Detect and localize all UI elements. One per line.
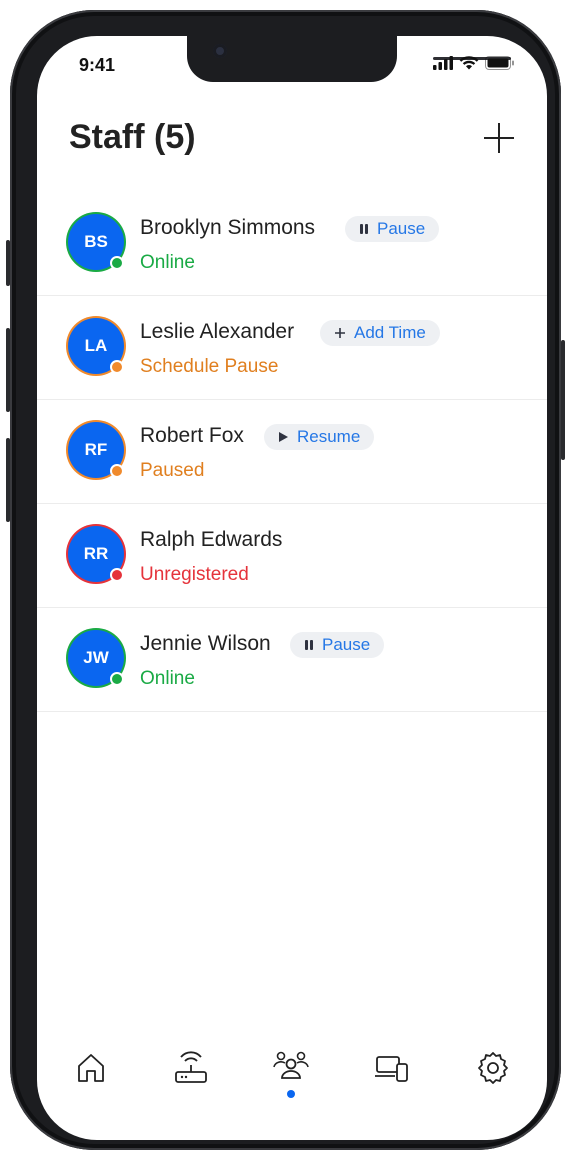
staff-name: Ralph Edwards <box>140 528 283 551</box>
play-icon <box>279 432 288 442</box>
staff-name: Robert Fox <box>140 424 244 447</box>
volume-down-button <box>6 438 10 522</box>
active-tab-indicator <box>287 1090 295 1098</box>
staff-name: Jennie Wilson <box>140 632 271 655</box>
bottom-nav <box>37 1048 547 1108</box>
silent-switch <box>6 240 10 286</box>
volume-up-button <box>6 328 10 412</box>
pause-icon <box>360 224 368 234</box>
plus-icon <box>335 328 345 338</box>
staff-status: Paused <box>140 460 205 481</box>
staff-row[interactable]: RR Ralph Edwards Unregistered <box>37 504 547 608</box>
staff-row[interactable]: RF Robert Fox Resume Paused <box>37 400 547 504</box>
front-camera <box>213 44 227 58</box>
home-icon[interactable] <box>71 1048 111 1088</box>
devices-icon[interactable] <box>371 1048 411 1088</box>
staff-status: Unregistered <box>140 564 249 585</box>
staff-row[interactable]: BS Brooklyn Simmons Pause Online <box>37 192 547 296</box>
unregistered-status-dot <box>110 568 124 582</box>
pause-button[interactable]: Pause <box>290 632 385 658</box>
status-icons <box>433 56 515 70</box>
power-button <box>561 340 565 460</box>
notch <box>187 36 511 82</box>
staff-status: Online <box>140 668 195 689</box>
battery-icon <box>485 56 514 70</box>
pause-label: Pause <box>322 635 371 654</box>
staff-row[interactable]: JW Jennie Wilson Pause Online <box>37 608 547 712</box>
screen: 9:41 Staff (5) BS Brooklyn Simmons Pause… <box>37 36 547 1140</box>
pause-label: Pause <box>377 219 426 238</box>
staff-list: BS Brooklyn Simmons Pause Online LA Lesl… <box>37 192 547 712</box>
cellular-signal-icon <box>433 56 453 70</box>
staff-row[interactable]: LA Leslie Alexander Add Time Schedule Pa… <box>37 296 547 400</box>
online-status-dot <box>110 672 124 686</box>
staff-status: Online <box>140 252 195 273</box>
users-icon[interactable] <box>271 1048 311 1088</box>
staff-status: Schedule Pause <box>140 356 279 377</box>
pause-icon <box>305 640 313 650</box>
add-staff-button[interactable] <box>481 120 517 156</box>
router-icon[interactable] <box>171 1048 211 1088</box>
plus-icon <box>484 123 514 153</box>
resume-label: Resume <box>297 427 361 446</box>
settings-icon[interactable] <box>473 1048 513 1088</box>
wifi-icon <box>459 56 479 70</box>
schedule-pause-status-dot <box>110 360 124 374</box>
status-time: 9:41 <box>79 55 116 75</box>
pause-button[interactable]: Pause <box>345 216 440 242</box>
add-time-label: Add Time <box>354 323 426 342</box>
online-status-dot <box>110 256 124 270</box>
staff-name: Brooklyn Simmons <box>140 216 316 239</box>
add-time-button[interactable]: Add Time <box>320 320 440 346</box>
staff-name: Leslie Alexander <box>140 320 295 343</box>
resume-button[interactable]: Resume <box>264 424 375 450</box>
paused-status-dot <box>110 464 124 478</box>
page-title: Staff (5) <box>69 118 196 156</box>
